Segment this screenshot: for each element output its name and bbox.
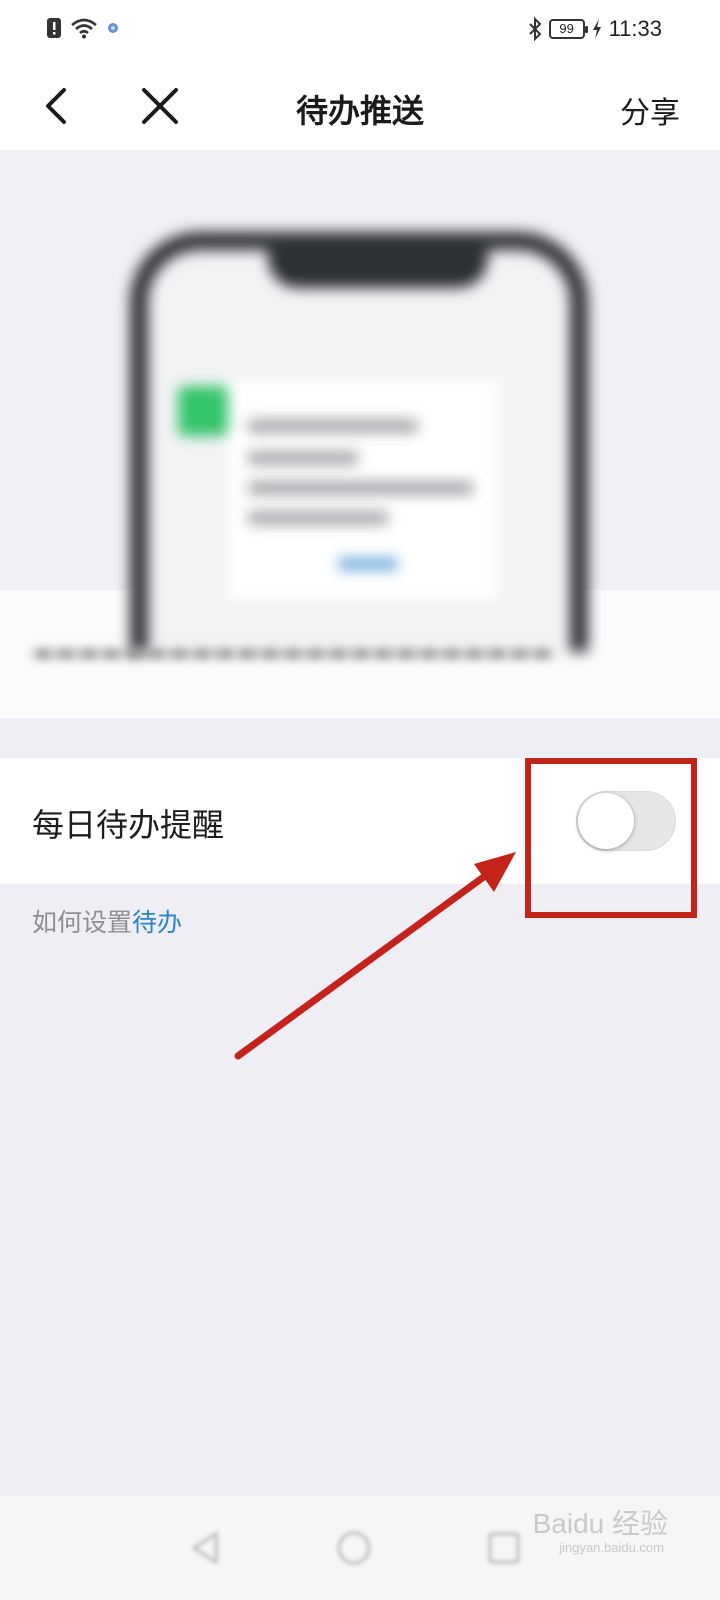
preview-illustration [0,150,720,718]
nav-bar: 待办推送 分享 [0,62,720,150]
preview-caption-blurred: ▬▬▬▬▬▬▬▬▬▬▬▬▬▬▬▬▬▬▬▬▬▬▬ [32,638,554,666]
help-text: 如何设置待办 [32,903,182,939]
nav-home-circle-icon[interactable] [334,1528,374,1568]
share-button[interactable]: 分享 [620,88,680,132]
status-right-icons: 99 11:33 [527,16,662,42]
charging-icon [592,19,601,39]
wifi-icon [71,18,97,39]
help-prefix: 如何设置 [32,908,133,937]
phone-mockup [130,232,588,652]
help-link[interactable]: 待办 [132,908,182,937]
status-bar: 99 11:33 [0,0,720,62]
nav-back-triangle-icon[interactable] [186,1528,226,1568]
baidu-watermark-url: jingyan.baidu.com [559,1540,664,1555]
battery-indicator: 99 [548,19,588,39]
phone-notch [268,246,488,288]
alert-icon [47,18,61,38]
nav-recents-square-icon[interactable] [484,1528,524,1568]
status-left-icons [46,17,120,39]
page-title: 待办推送 [295,92,424,130]
app-notification-icon [108,23,118,33]
bluetooth-icon [528,17,541,41]
daily-reminder-label: 每日待办提醒 [32,806,225,844]
app-logo-icon [178,386,228,436]
annotation-highlight-box [525,758,697,918]
preview-banner: ▬▬▬▬▬▬▬▬▬▬▬▬▬▬▬▬▬▬▬▬▬▬▬ [0,150,720,718]
status-time: 11:33 [608,16,662,41]
notification-card [228,380,498,600]
baidu-watermark: Baidu 经验 [532,1508,668,1539]
